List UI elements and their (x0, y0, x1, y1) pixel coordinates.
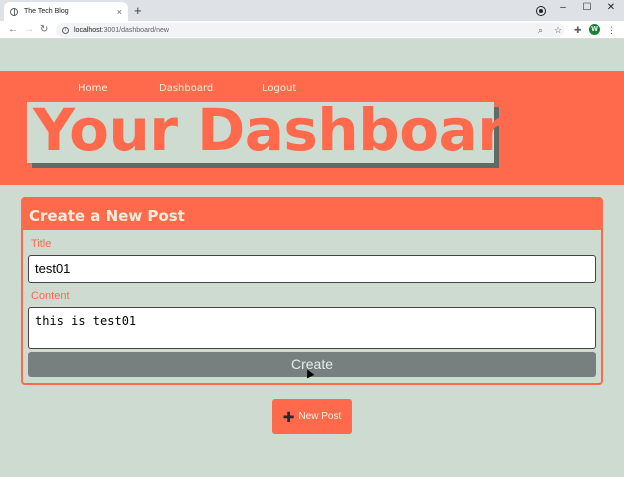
new-post-form: Create a New Post Title test01 Content t… (21, 197, 603, 385)
nav-home-link[interactable]: Home (78, 83, 108, 94)
forward-arrow-icon[interactable]: → (24, 23, 34, 37)
url-path: :3001/dashboard/new (101, 26, 169, 34)
nav-dashboard-link[interactable]: Dashboard (159, 83, 213, 94)
title-input[interactable]: test01 (28, 255, 596, 283)
new-post-button[interactable]: ✚ New Post (272, 399, 352, 434)
info-icon[interactable]: i (62, 26, 69, 34)
extensions-icon[interactable]: ✚ (574, 24, 582, 36)
browser-tab-bar: The Tech Blog × + – ☐ ✕ (0, 0, 624, 21)
zoom-icon[interactable]: ⌕ (538, 24, 543, 36)
profile-avatar[interactable]: W (589, 24, 600, 35)
new-post-label: New Post (298, 411, 342, 422)
new-tab-button[interactable]: + (134, 3, 142, 19)
maximize-button[interactable]: ☐ (575, 0, 599, 14)
globe-icon (10, 7, 18, 16)
address-bar[interactable]: i localhost:3001/dashboard/new (56, 23, 564, 37)
content-textarea[interactable]: this is test01 (28, 307, 596, 349)
title-label: Title (31, 238, 52, 250)
browser-toolbar: ← → ↻ i localhost:3001/dashboard/new ⌕ ☆… (0, 21, 624, 39)
nav-logout-link[interactable]: Logout (262, 83, 296, 94)
page-title: Your Dashboard (33, 96, 547, 164)
menu-kebab-icon[interactable]: ⋮ (607, 24, 616, 36)
content-label: Content (31, 290, 70, 302)
form-header: Create a New Post (23, 199, 601, 230)
tab-title: The Tech Blog (24, 8, 69, 15)
back-arrow-icon[interactable]: ← (8, 23, 18, 37)
form-title: Create a New Post (29, 207, 185, 225)
bookmark-star-icon[interactable]: ☆ (554, 24, 562, 36)
minimize-button[interactable]: – (551, 0, 575, 14)
reload-icon[interactable]: ↻ (40, 23, 48, 37)
record-icon[interactable] (537, 7, 545, 15)
tab-close-icon[interactable]: × (117, 7, 122, 17)
browser-tab[interactable]: The Tech Blog × (4, 2, 128, 21)
close-window-button[interactable]: ✕ (599, 0, 623, 14)
plus-icon: ✚ (282, 408, 295, 425)
url-host: localhost (74, 26, 102, 34)
